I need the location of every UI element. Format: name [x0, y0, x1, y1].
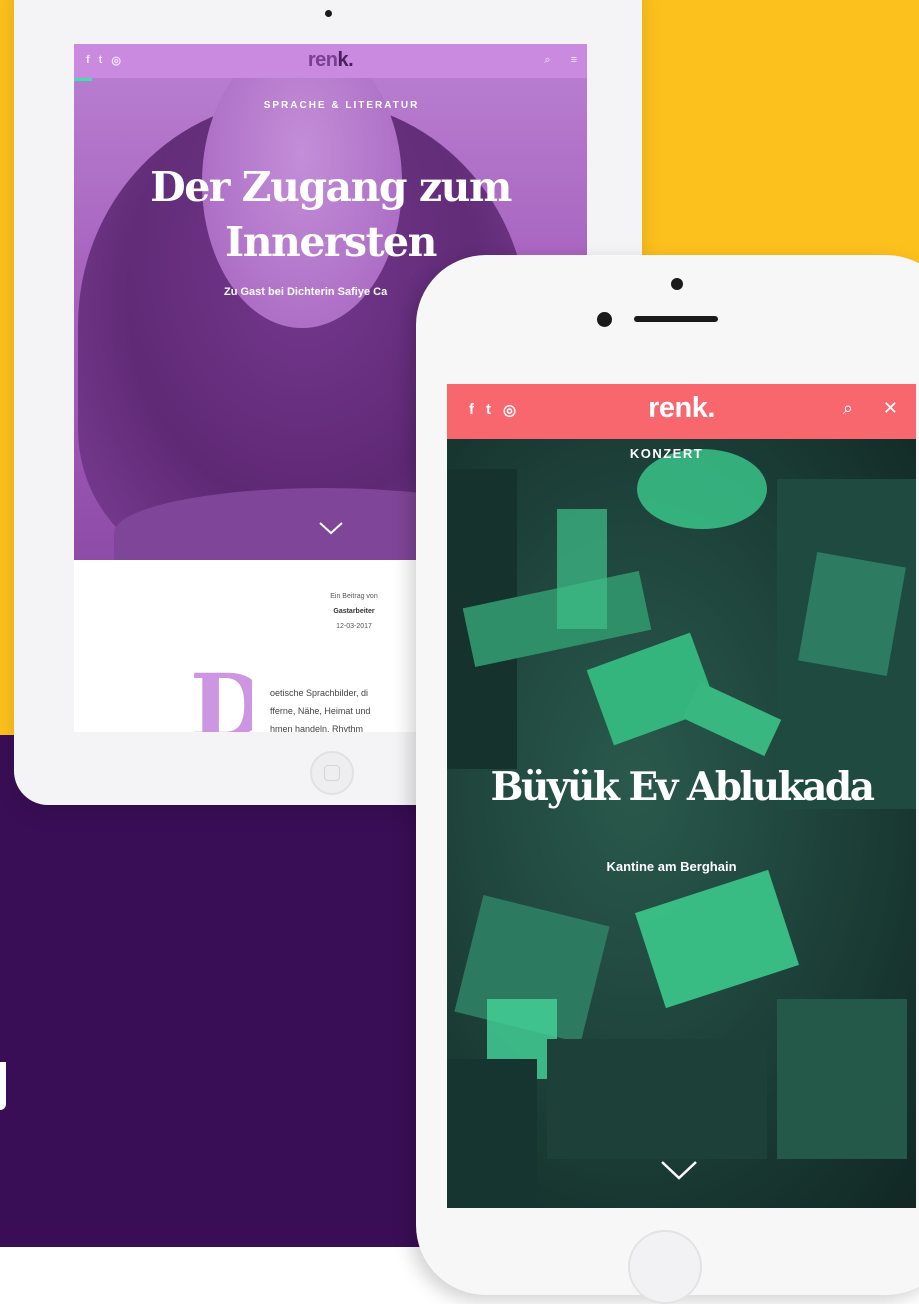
phone-device: KONZERT Büyük Ev Ablukada Kantine am Ber… — [416, 255, 919, 1304]
tablet-nav-actions: ⌕ ≡ — [544, 54, 577, 67]
tablet-home-button[interactable] — [310, 751, 354, 795]
title-line-1: Der Zugang zum — [150, 163, 512, 211]
phone-article-title: Büyük Ev Ablukada — [490, 764, 875, 810]
search-icon[interactable]: ⌕ — [544, 54, 550, 67]
chevron-down-icon[interactable] — [318, 520, 344, 536]
tablet-camera — [325, 10, 332, 17]
phone-screen: KONZERT Büyük Ev Ablukada Kantine am Ber… — [447, 384, 916, 1208]
reading-progress-bar — [74, 78, 92, 81]
close-icon[interactable]: ✕ — [883, 398, 898, 419]
tablet-article-title: Der Zugang zum Innersten — [94, 160, 567, 270]
tablet-article-category[interactable]: SPRACHE & LITERATUR — [74, 100, 587, 111]
phone-front-sensor — [597, 312, 612, 327]
drop-cap: D — [190, 662, 252, 732]
background-letter-fragment — [0, 1062, 6, 1110]
phone-speaker — [634, 316, 718, 322]
logo-main: ren — [307, 49, 338, 71]
chevron-down-icon[interactable] — [659, 1159, 699, 1181]
logo-accent: k. — [337, 49, 354, 71]
phone-article-subtitle: Kantine am Berghain — [606, 859, 737, 874]
phone-article-category[interactable]: KONZERT — [447, 446, 916, 461]
tablet-navbar: f t ◎ renk. ⌕ ≡ — [74, 44, 587, 78]
phone-home-button[interactable] — [628, 1230, 702, 1304]
tablet-logo[interactable]: renk. — [74, 49, 587, 72]
phone-nav-actions: ⌕ ✕ — [843, 398, 898, 419]
menu-icon[interactable]: ≡ — [571, 54, 577, 67]
phone-camera — [671, 278, 683, 290]
phone-hero-image: KONZERT Büyük Ev Ablukada Kantine am Ber… — [447, 439, 916, 1208]
phone-navbar: f t ◎ renk. ⌕ ✕ — [447, 384, 916, 439]
search-icon[interactable]: ⌕ — [843, 398, 853, 419]
